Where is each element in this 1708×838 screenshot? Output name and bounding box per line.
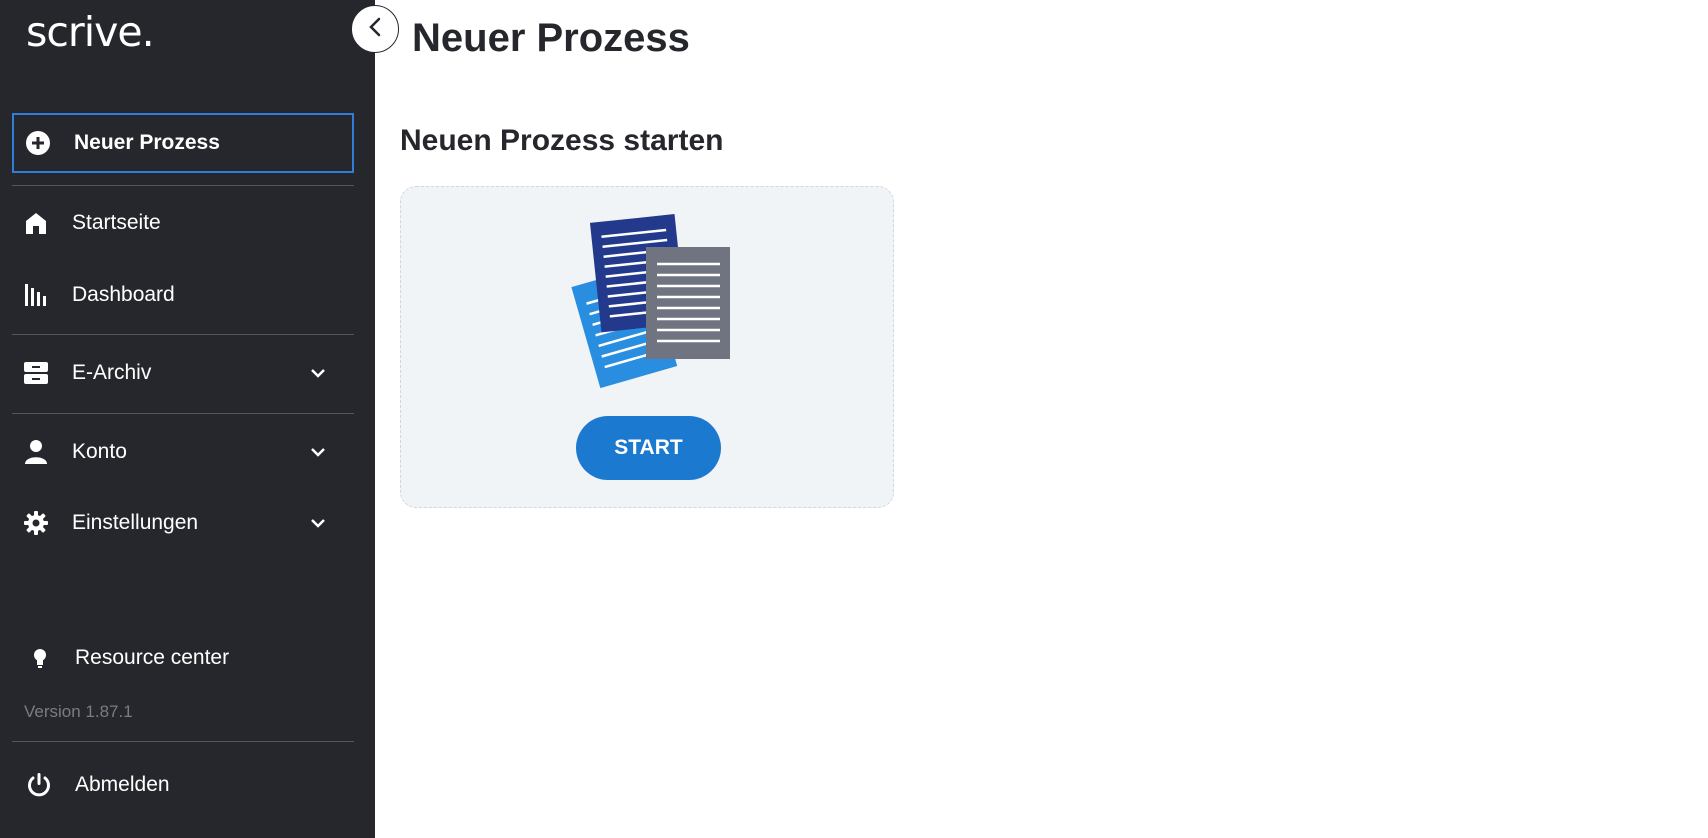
chevron-left-icon (368, 17, 382, 42)
chevron-down-icon[interactable] (308, 442, 328, 462)
sidebar-item-neuer-prozess[interactable]: Neuer Prozess (12, 113, 354, 173)
sidebar-item-label: Dashboard (72, 283, 175, 306)
sidebar-item-label: Startseite (72, 211, 161, 234)
collapse-sidebar-button[interactable] (351, 5, 399, 53)
chevron-down-icon[interactable] (308, 363, 328, 383)
power-icon (25, 771, 53, 799)
chevron-down-icon[interactable] (308, 513, 328, 533)
start-process-card: START (400, 186, 894, 508)
divider (12, 413, 354, 414)
sidebar-item-label: Neuer Prozess (74, 131, 220, 154)
sidebar-item-e-archiv[interactable]: E-Archiv (12, 343, 354, 403)
sidebar-item-label: Einstellungen (72, 511, 199, 534)
sidebar-item-einstellungen[interactable]: Einstellungen (12, 493, 354, 553)
section-title: Neuen Prozess starten (400, 124, 724, 157)
version-text: Version 1.87.1 (24, 702, 133, 721)
page-title: Neuer Prozess (412, 16, 690, 60)
sidebar: scrive. Neuer Prozess Startseite Dashboa… (0, 0, 375, 838)
sidebar-item-label: E-Archiv (72, 361, 152, 384)
lightbulb-icon (26, 644, 54, 672)
user-icon (22, 438, 50, 466)
bar-chart-icon (22, 281, 50, 309)
divider (12, 334, 354, 335)
documents-illustration (571, 214, 730, 389)
sidebar-item-startseite[interactable]: Startseite (12, 193, 354, 253)
logout-label: Abmelden (75, 773, 170, 796)
resource-center-link[interactable]: Resource center (12, 628, 354, 688)
archive-icon (22, 359, 50, 387)
divider (12, 185, 354, 186)
home-icon (22, 209, 50, 237)
sidebar-item-konto[interactable]: Konto (12, 422, 354, 482)
sidebar-item-dashboard[interactable]: Dashboard (12, 265, 354, 325)
resource-center-label: Resource center (75, 646, 230, 669)
scrive-logo[interactable]: scrive. (26, 8, 155, 56)
start-button[interactable]: START (576, 416, 721, 480)
gear-icon (22, 509, 50, 537)
divider (12, 741, 354, 742)
plus-circle-icon (24, 129, 52, 157)
sidebar-item-label: Konto (72, 440, 127, 463)
logout-button[interactable]: Abmelden (12, 755, 354, 815)
